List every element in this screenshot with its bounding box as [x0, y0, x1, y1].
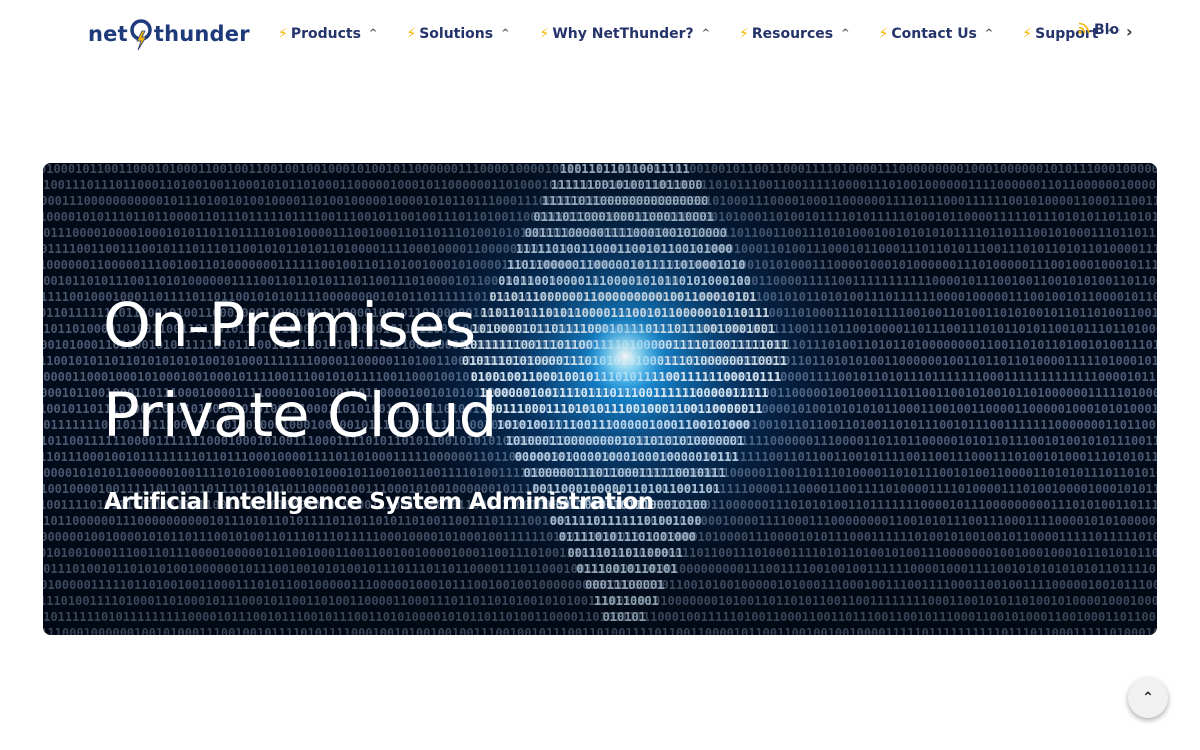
hero-title: On-Premises Private Cloud	[103, 281, 497, 461]
hero-subtitle: Artificial Intelligence System Administr…	[104, 489, 654, 515]
bolt-icon: ⚡	[406, 26, 417, 42]
nav-item-label: Products	[290, 26, 361, 42]
logo-bolt-icon	[129, 17, 153, 51]
bolt-icon: ⚡	[539, 26, 550, 42]
nav-item-contact-us[interactable]: ⚡ Contact Us ^	[878, 26, 993, 42]
bolt-icon: ⚡	[1022, 26, 1033, 42]
nav-item-why-netthunder[interactable]: ⚡ Why NetThunder? ^	[539, 26, 710, 42]
nav-item-solutions[interactable]: ⚡ Solutions ^	[406, 26, 509, 42]
nav-item-label: Blog	[1094, 22, 1120, 38]
bolt-icon: ⚡	[739, 26, 749, 42]
logo-text-suffix: thunder	[153, 22, 250, 46]
chevron-up-icon: ^	[984, 27, 994, 39]
bolt-icon: ⚡	[878, 26, 889, 42]
hero-banner: 0100010110011000101000110010011001001001…	[43, 163, 1157, 635]
site-header: net thunder ⚡ Products ^ ⚡ Solutions ^ ⚡…	[0, 0, 1200, 68]
chevron-up-icon: ^	[501, 27, 510, 39]
bolt-icon: ⚡	[278, 26, 288, 42]
nav-scroll-right-icon[interactable]: ›	[1126, 22, 1133, 41]
chevron-up-icon: ^	[701, 27, 711, 39]
nav-item-products[interactable]: ⚡ Products ^	[278, 26, 377, 42]
nav-overflow-clip: Blog	[1078, 22, 1120, 46]
nav-item-label: Contact Us	[891, 26, 977, 42]
hero-title-line1: On-Premises	[103, 290, 476, 361]
chevron-up-icon: ^	[368, 27, 378, 39]
site-logo[interactable]: net thunder	[88, 16, 250, 52]
scroll-to-top-button[interactable]: ⌃	[1128, 678, 1168, 718]
nav-item-blog[interactable]: Blog	[1078, 22, 1120, 38]
main-nav: ⚡ Products ^ ⚡ Solutions ^ ⚡ Why NetThun…	[278, 22, 1145, 46]
hero-title-line2: Private Cloud	[103, 380, 497, 451]
nav-item-label: Why NetThunder?	[552, 26, 694, 42]
chevron-up-icon: ⌃	[1142, 690, 1154, 706]
nav-item-label: Resources	[751, 26, 834, 42]
logo-text-prefix: net	[88, 22, 128, 46]
nav-item-resources[interactable]: ⚡ Resources ^	[739, 26, 849, 42]
chevron-up-icon: ^	[841, 27, 850, 39]
nav-item-label: Solutions	[419, 26, 494, 42]
rss-icon	[1078, 22, 1090, 38]
